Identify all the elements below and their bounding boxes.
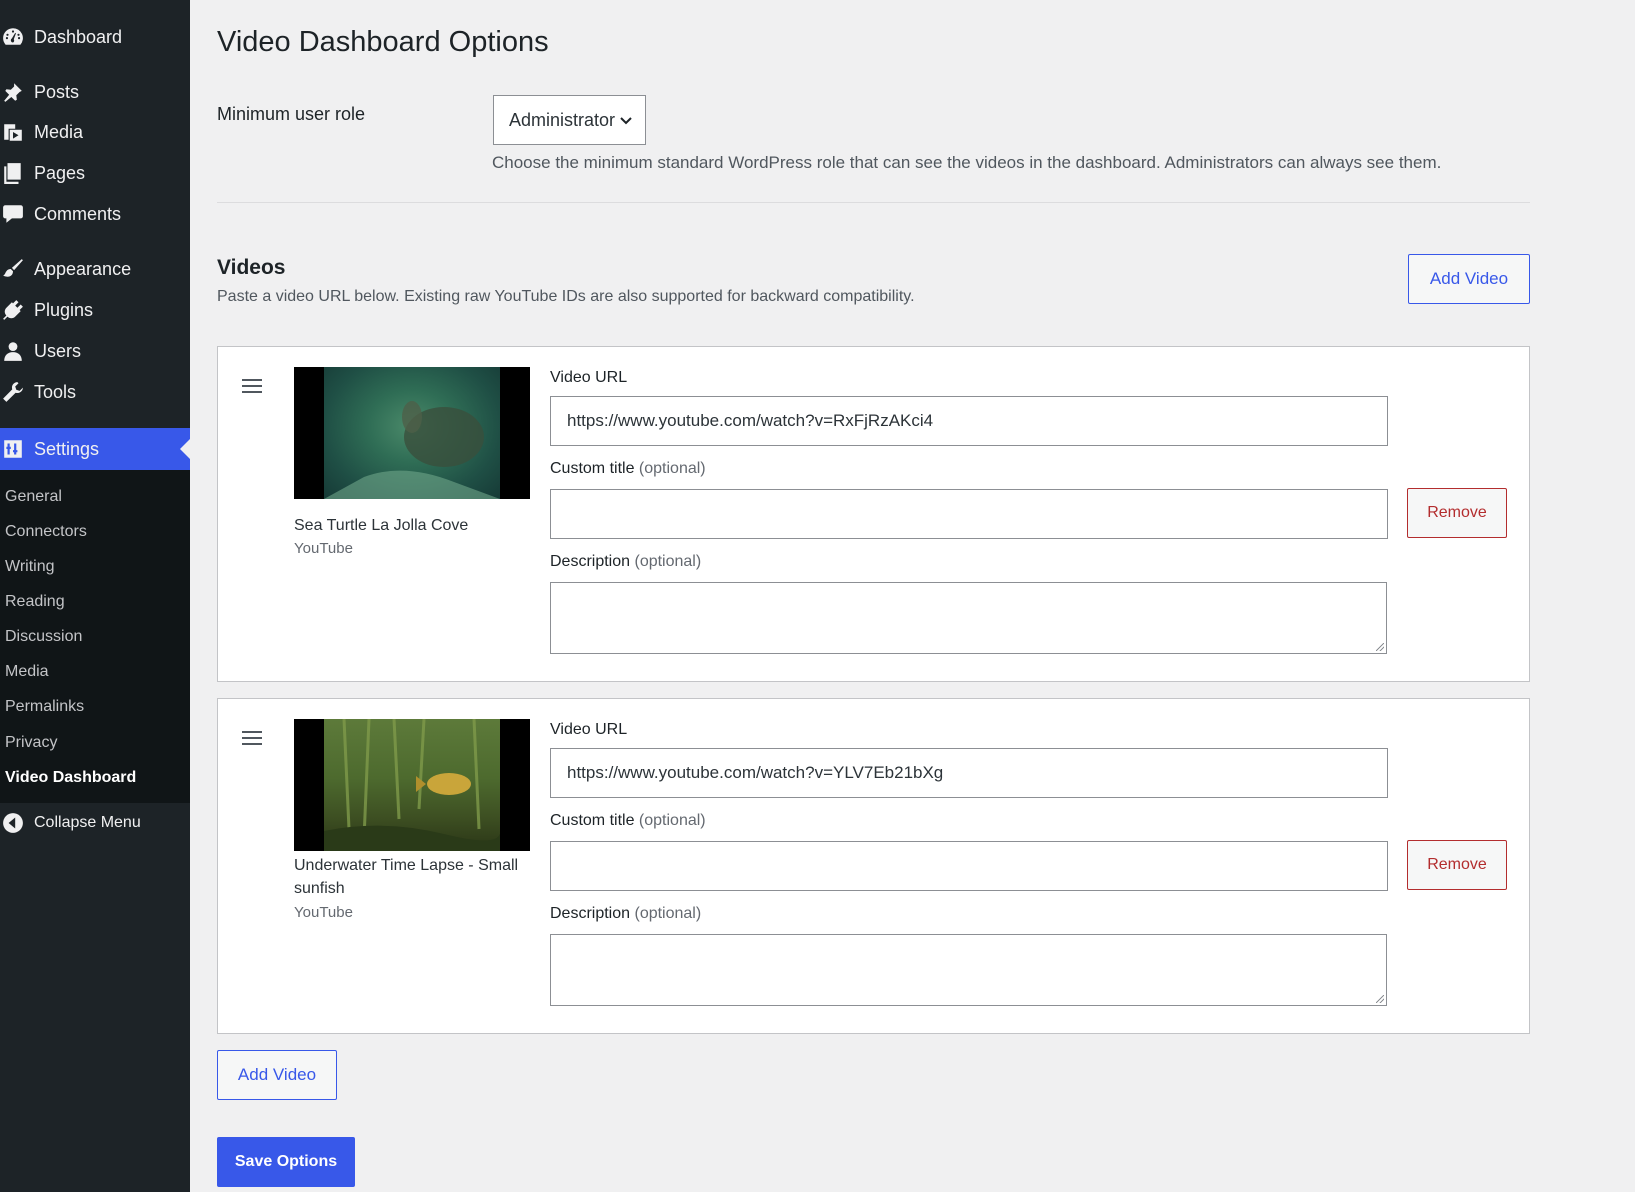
brush-icon <box>0 248 34 290</box>
menu-item-label: Plugins <box>34 299 94 320</box>
menu-item-dashboard[interactable]: Dashboard <box>0 16 190 58</box>
custom-title-input[interactable] <box>550 841 1388 891</box>
submenu-item-media[interactable]: Media <box>5 660 49 684</box>
menu-item-label: Posts <box>34 81 80 102</box>
add-video-button-bottom[interactable]: Add Video <box>217 1050 337 1100</box>
video-title: Underwater Time Lapse - Small sunfish <box>294 857 519 897</box>
sunfish-image <box>324 719 501 851</box>
video-source: YouTube <box>294 540 353 557</box>
collapse-menu-label: Collapse Menu <box>34 814 141 831</box>
min-role-select[interactable]: Administrator <box>493 95 646 145</box>
menu-item-pages[interactable]: Pages <box>0 152 190 194</box>
custom-title-label: Custom title (optional) <box>550 812 706 829</box>
menu-item-media[interactable]: Media <box>0 111 190 153</box>
video-thumbnail <box>294 367 530 499</box>
collapse-menu-button[interactable]: Collapse Menu <box>0 802 190 844</box>
collapse-arrow-icon <box>0 802 34 844</box>
submenu-item-privacy[interactable]: Privacy <box>5 731 57 755</box>
video-source: YouTube <box>294 904 353 921</box>
menu-item-label: Appearance <box>34 258 132 279</box>
menu-item-label: Users <box>34 340 82 361</box>
video-url-input[interactable] <box>550 748 1388 798</box>
menu-item-label: Pages <box>34 162 86 183</box>
section-divider <box>217 202 1530 203</box>
video-url-input[interactable] <box>550 396 1388 446</box>
custom-title-label: Custom title (optional) <box>550 460 706 477</box>
pin-icon <box>0 71 34 113</box>
menu-item-tools[interactable]: Tools <box>0 371 190 413</box>
min-role-help: Choose the minimum standard WordPress ro… <box>492 153 1442 172</box>
video-url-label: Video URL <box>550 721 628 738</box>
video-card: Underwater Time Lapse - Small sunfish Yo… <box>217 698 1530 1034</box>
menu-item-label: Dashboard <box>34 26 123 47</box>
submenu-item-discussion[interactable]: Discussion <box>5 625 82 649</box>
chevron-down-icon <box>620 117 632 125</box>
menu-item-label: Comments <box>34 203 122 224</box>
add-video-button-top[interactable]: Add Video <box>1408 254 1530 304</box>
media-icon <box>0 111 34 153</box>
submenu-item-connectors[interactable]: Connectors <box>5 520 87 544</box>
menu-item-label: Settings <box>34 438 100 459</box>
admin-sidebar: Dashboard Posts Media Pages Comments App… <box>0 0 190 1192</box>
video-title: Sea Turtle La Jolla Cove <box>294 517 469 534</box>
drag-handle-icon[interactable] <box>242 731 262 747</box>
user-icon <box>0 330 34 372</box>
menu-item-appearance[interactable]: Appearance <box>0 248 190 290</box>
menu-item-label: Tools <box>34 381 77 402</box>
min-role-label: Minimum user role <box>217 104 366 124</box>
menu-item-comments[interactable]: Comments <box>0 193 190 235</box>
settings-submenu: General Connectors Writing Reading Discu… <box>0 470 190 803</box>
video-url-label: Video URL <box>550 369 628 386</box>
menu-item-users[interactable]: Users <box>0 330 190 372</box>
remove-video-button[interactable]: Remove <box>1407 488 1507 538</box>
description-textarea[interactable] <box>550 934 1387 1006</box>
settings-icon <box>0 428 34 470</box>
submenu-item-writing[interactable]: Writing <box>5 555 55 579</box>
videos-section-desc: Paste a video URL below. Existing raw Yo… <box>217 288 915 305</box>
custom-title-input[interactable] <box>550 489 1388 539</box>
description-label: Description (optional) <box>550 553 702 570</box>
menu-item-label: Media <box>34 121 84 142</box>
menu-item-posts[interactable]: Posts <box>0 71 190 113</box>
submenu-item-video-dashboard[interactable]: Video Dashboard <box>5 766 136 790</box>
video-card: Sea Turtle La Jolla Cove YouTube Video U… <box>217 346 1530 682</box>
submenu-item-reading[interactable]: Reading <box>5 590 65 614</box>
description-label: Description (optional) <box>550 905 702 922</box>
sea-turtle-image <box>324 401 500 499</box>
video-thumbnail <box>294 719 530 851</box>
menu-item-plugins[interactable]: Plugins <box>0 289 190 331</box>
wrench-icon <box>0 371 34 413</box>
videos-section-title: Videos <box>217 256 286 279</box>
remove-video-button[interactable]: Remove <box>1407 840 1507 890</box>
page-title: Video Dashboard Options <box>217 26 549 58</box>
plugin-icon <box>0 289 34 331</box>
comment-icon <box>0 193 34 235</box>
menu-item-settings[interactable]: Settings <box>0 428 190 470</box>
description-textarea[interactable] <box>550 582 1387 654</box>
drag-handle-icon[interactable] <box>242 379 262 395</box>
dashboard-icon <box>0 16 34 58</box>
save-options-button[interactable]: Save Options <box>217 1137 355 1187</box>
min-role-value: Administrator <box>509 109 616 130</box>
main-content: Video Dashboard Options Minimum user rol… <box>190 0 1635 1192</box>
pages-icon <box>0 152 34 194</box>
submenu-item-permalinks[interactable]: Permalinks <box>5 695 84 719</box>
submenu-item-general[interactable]: General <box>5 485 62 509</box>
